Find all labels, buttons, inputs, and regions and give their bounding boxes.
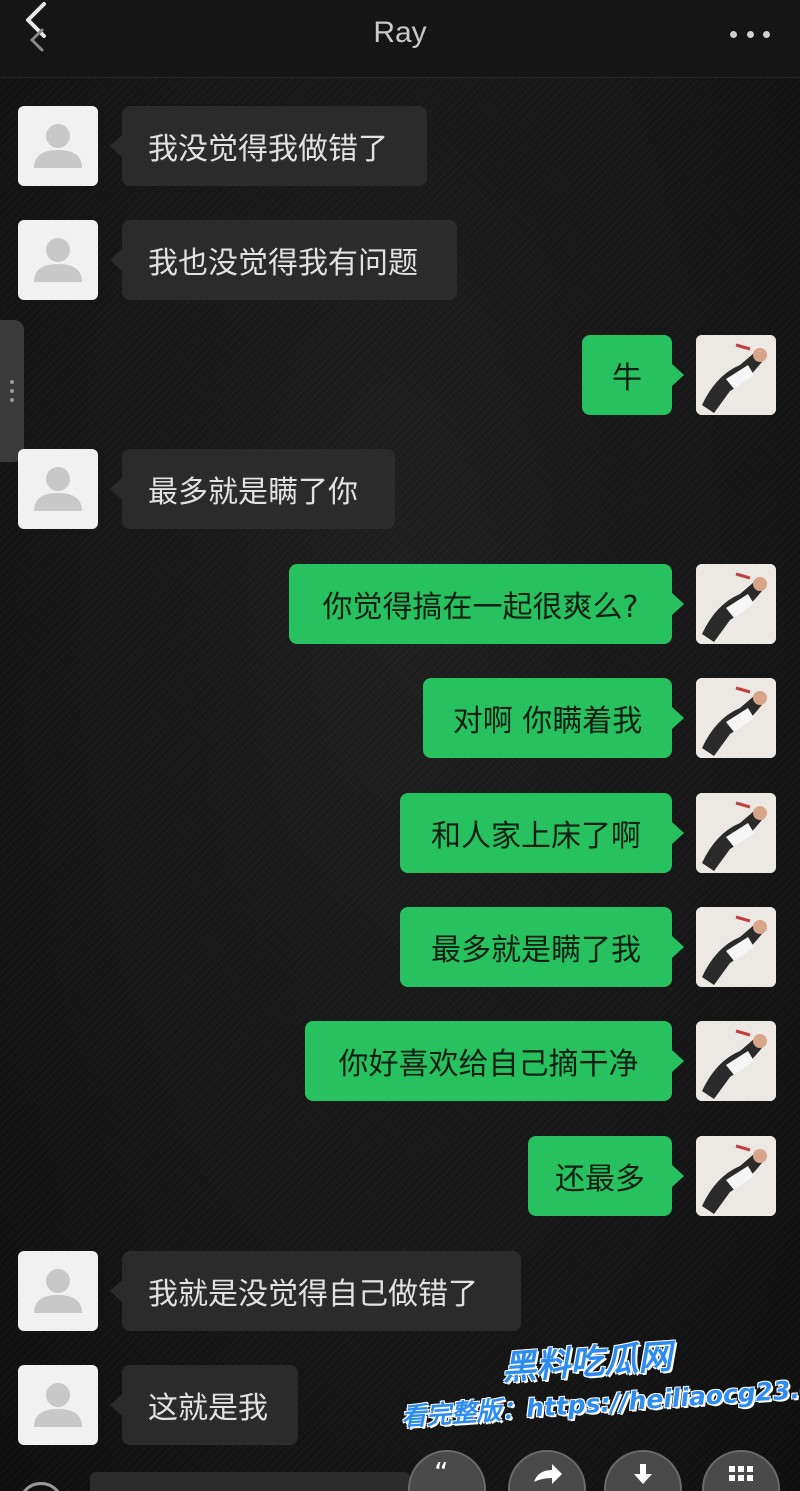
outgoing-message[interactable]: 还最多 — [528, 1136, 684, 1216]
grid-glyph — [729, 1466, 753, 1481]
user-avatar[interactable] — [696, 678, 776, 758]
user-avatar[interactable] — [696, 1021, 776, 1101]
user-photo-icon — [696, 793, 776, 873]
user-photo-icon — [696, 1021, 776, 1101]
svg-text:“: “ — [434, 1462, 449, 1482]
more-options-button[interactable] — [730, 22, 770, 46]
user-photo-icon — [696, 564, 776, 644]
outgoing-message[interactable]: 最多就是瞒了我 — [400, 907, 684, 987]
download-icon[interactable] — [604, 1450, 682, 1491]
download-glyph — [634, 1464, 652, 1484]
incoming-message[interactable]: 这就是我 — [110, 1365, 298, 1445]
more-dot — [746, 30, 754, 38]
chat-header: Ray — [0, 0, 800, 78]
quote-icon[interactable]: “ — [408, 1450, 486, 1491]
user-photo-icon — [696, 1136, 776, 1216]
outgoing-message[interactable]: 和人家上床了啊 — [400, 793, 684, 873]
default-user-icon — [34, 124, 82, 168]
user-avatar[interactable] — [696, 335, 776, 415]
side-drawer-handle[interactable] — [0, 320, 24, 462]
handle-dot — [10, 389, 14, 393]
input-bar: “ — [0, 1450, 800, 1491]
share-icon[interactable] — [508, 1450, 586, 1491]
handle-dot — [10, 380, 14, 384]
outgoing-message[interactable]: 你觉得搞在一起很爽么? — [289, 564, 684, 644]
more-horizontal-icon — [730, 30, 737, 38]
user-photo-icon — [696, 907, 776, 987]
contact-avatar[interactable] — [18, 1251, 98, 1331]
default-user-icon — [34, 467, 82, 511]
contact-avatar[interactable] — [18, 220, 98, 300]
default-user-icon — [34, 238, 82, 282]
user-photo-icon — [696, 678, 776, 758]
handle-dot — [10, 398, 14, 402]
site-watermark: 黑料吃瓜网 看完整版：https://heiliaocg23.com — [396, 1312, 800, 1450]
user-avatar[interactable] — [696, 793, 776, 873]
share-arrow-glyph — [534, 1464, 562, 1484]
default-user-icon — [34, 1269, 82, 1313]
incoming-message[interactable]: 我就是没觉得自己做错了 — [110, 1251, 521, 1331]
outgoing-message[interactable]: 牛 — [582, 335, 684, 415]
outgoing-message[interactable]: 对啊 你瞒着我 — [423, 678, 684, 758]
message-input[interactable] — [90, 1472, 410, 1491]
incoming-message[interactable]: 我没觉得我做错了 — [110, 106, 427, 186]
contact-avatar[interactable] — [18, 106, 98, 186]
incoming-message[interactable]: 最多就是瞒了你 — [110, 449, 395, 529]
grid-icon[interactable] — [702, 1450, 780, 1491]
more-dot — [763, 30, 770, 38]
incoming-message[interactable]: 我也没觉得我有问题 — [110, 220, 457, 300]
user-avatar[interactable] — [696, 1136, 776, 1216]
chat-title: Ray — [373, 16, 427, 49]
contact-avatar[interactable] — [18, 449, 98, 529]
user-photo-icon — [696, 335, 776, 415]
default-user-icon — [34, 1383, 82, 1427]
contact-avatar[interactable] — [18, 1365, 98, 1445]
voice-icon[interactable] — [18, 1482, 64, 1491]
outgoing-message[interactable]: 你好喜欢给自己摘干净 — [305, 1021, 684, 1101]
quote-glyph: “ — [434, 1462, 449, 1482]
user-avatar[interactable] — [696, 564, 776, 644]
user-avatar[interactable] — [696, 907, 776, 987]
